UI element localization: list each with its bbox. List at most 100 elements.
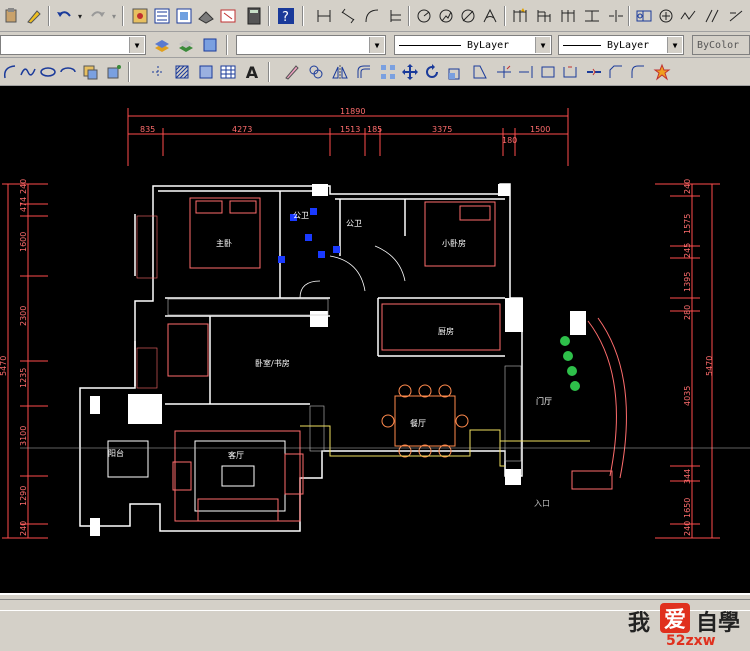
redo-dropdown-icon[interactable]: ▾ [108, 6, 120, 26]
point-icon[interactable] [148, 62, 168, 82]
top-dim-2: 1513 [340, 125, 360, 134]
arc-length-icon[interactable] [362, 6, 382, 26]
gradient-icon[interactable] [196, 62, 216, 82]
radius-dim-icon[interactable] [414, 6, 434, 26]
join-icon[interactable] [584, 62, 604, 82]
watermark-url: 52zxw [666, 633, 716, 649]
linetype-sample [399, 44, 461, 46]
standard-toolbar: ▾ ▾ ? [0, 0, 750, 32]
tolerance-icon[interactable] [634, 6, 654, 26]
layer-combo[interactable]: ▼ [0, 35, 146, 55]
calculator-icon[interactable] [244, 6, 264, 26]
center-mark-icon[interactable] [656, 6, 676, 26]
plotstyle-combo[interactable]: ByColor [692, 35, 750, 55]
make-block-icon[interactable] [104, 62, 124, 82]
hatch-panels [136, 215, 522, 462]
angular-dim-icon[interactable] [480, 6, 500, 26]
ellipse-arc-icon[interactable] [58, 62, 78, 82]
chevron-down-icon[interactable]: ▼ [535, 37, 550, 53]
color-control-combo[interactable]: ▼ [236, 35, 386, 55]
properties-icon[interactable] [196, 6, 216, 26]
aligned-dim-icon[interactable] [338, 6, 358, 26]
pan-realtime-icon[interactable] [130, 6, 150, 26]
copy-icon[interactable] [306, 62, 326, 82]
break-at-point-icon[interactable] [538, 62, 558, 82]
plants [560, 336, 580, 391]
help-icon[interactable]: ? [276, 6, 296, 26]
extend-icon[interactable] [516, 62, 536, 82]
walls [79, 183, 523, 532]
undo-dropdown-icon[interactable]: ▾ [74, 6, 86, 26]
redo-icon[interactable] [88, 6, 108, 26]
break-icon[interactable] [560, 62, 580, 82]
room-name-living: 客厅 [228, 450, 244, 460]
insert-block-icon[interactable] [80, 62, 100, 82]
balcony-curve-outer [597, 317, 627, 479]
erase-icon[interactable] [282, 62, 302, 82]
layer-states-icon[interactable] [176, 35, 196, 55]
fixture-markers [278, 208, 340, 263]
room-name-small-bedroom: 小卧房 [442, 238, 466, 248]
linear-dim-icon[interactable] [314, 6, 334, 26]
layer-manager-icon[interactable] [200, 35, 220, 55]
chevron-down-icon[interactable]: ▼ [667, 37, 682, 53]
design-center-icon[interactable] [218, 6, 238, 26]
linetype-combo[interactable]: ByLayer ▼ [394, 35, 552, 55]
arc-icon[interactable] [0, 62, 20, 82]
rotate-icon[interactable] [422, 62, 442, 82]
undo-icon[interactable] [54, 6, 74, 26]
array-icon[interactable] [378, 62, 398, 82]
stretch-icon[interactable] [470, 62, 490, 82]
chevron-down-icon[interactable]: ▼ [129, 37, 144, 53]
move-icon[interactable] [400, 62, 420, 82]
watermark-char-1: 我 [628, 610, 651, 636]
svg-text:?: ? [282, 10, 289, 25]
right-dim-2: 245 [683, 243, 692, 258]
table-icon[interactable] [218, 62, 238, 82]
dim-space-icon[interactable] [582, 6, 602, 26]
offset-icon[interactable] [354, 62, 374, 82]
right-dim-4: 280 [683, 305, 692, 320]
clipboard-brush-icon[interactable] [2, 6, 22, 26]
hatch-icon[interactable] [172, 62, 192, 82]
match-properties-icon[interactable] [24, 6, 44, 26]
chamfer-icon[interactable] [606, 62, 626, 82]
spline-icon[interactable] [18, 62, 38, 82]
oblique-dim-icon[interactable] [702, 6, 722, 26]
drawing-canvas[interactable]: 11890 835 4273 1513 185 3375 180 1500 主卧… [0, 86, 750, 593]
right-dim-5: 4035 [683, 386, 692, 406]
lineweight-combo[interactable]: ByLayer ▼ [558, 35, 684, 55]
dim-break-icon[interactable] [606, 6, 626, 26]
room-name-dining: 餐厅 [410, 419, 426, 428]
baseline-dim-icon[interactable] [534, 6, 554, 26]
watermark: 我 爱 自學 52zxw [626, 603, 750, 651]
inspect-dim-icon[interactable] [678, 6, 698, 26]
continue-dim-icon[interactable] [558, 6, 578, 26]
layer-previous-icon[interactable] [152, 35, 172, 55]
fillet-icon[interactable] [628, 62, 648, 82]
top-dim-0: 835 [140, 125, 155, 134]
right-dim-0: 240 [683, 179, 692, 194]
explode-icon[interactable] [652, 62, 672, 82]
left-dim-8: 240 [19, 521, 28, 536]
zoom-window-icon[interactable] [174, 6, 194, 26]
toolbar-separator [268, 6, 270, 26]
status-bar: 我 爱 自學 52zxw [0, 593, 750, 649]
diameter-dim-icon[interactable] [458, 6, 478, 26]
ordinate-dim-icon[interactable] [386, 6, 406, 26]
linetype-value: ByLayer [467, 39, 510, 51]
trim-icon[interactable] [494, 62, 514, 82]
zoom-realtime-icon[interactable] [152, 6, 172, 26]
right-dim-3: 1395 [683, 272, 692, 292]
dim-text-edit-icon[interactable] [726, 6, 746, 26]
quick-dim-icon[interactable] [510, 6, 530, 26]
scale-icon[interactable] [446, 62, 466, 82]
top-dim-3: 185 [367, 125, 382, 134]
chevron-down-icon[interactable]: ▼ [369, 37, 384, 53]
top-dim-1: 4273 [232, 125, 252, 134]
draw-modify-toolbar: A [0, 58, 750, 86]
jogged-dim-icon[interactable] [436, 6, 456, 26]
mirror-icon[interactable] [330, 62, 350, 82]
ellipse-icon[interactable] [38, 62, 58, 82]
multiline-text-icon[interactable]: A [242, 62, 262, 82]
